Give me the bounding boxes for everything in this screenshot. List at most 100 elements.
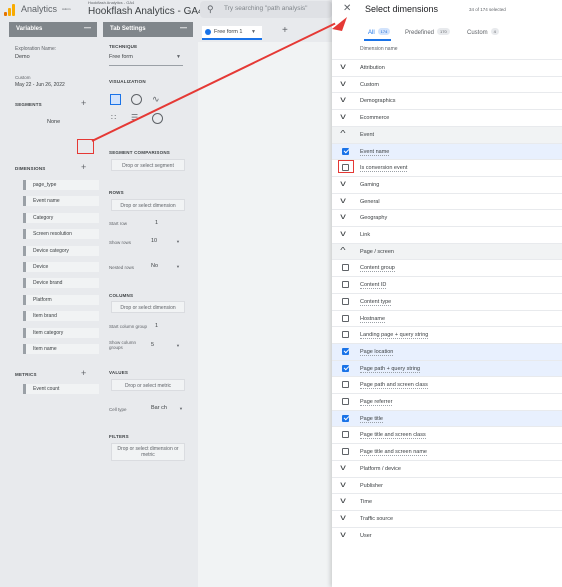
- dimension-item-row[interactable]: Is conversion event: [332, 159, 562, 176]
- collapse-icon[interactable]: —: [84, 25, 91, 32]
- dimension-group-row[interactable]: v Gaming: [332, 175, 562, 193]
- chevron-up-icon[interactable]: ^: [340, 246, 345, 255]
- dimension-chip[interactable]: page_type: [23, 180, 99, 190]
- date-range[interactable]: May 22 - Jun 26, 2022: [15, 82, 65, 88]
- chevron-down-icon[interactable]: v: [340, 530, 346, 539]
- dimension-checkbox[interactable]: [342, 448, 349, 456]
- chevron-up-icon[interactable]: ^: [340, 129, 345, 138]
- dimension-item-row[interactable]: Page location: [332, 342, 562, 360]
- scatter-viz-icon[interactable]: ∷: [111, 113, 116, 122]
- rows-drop-zone[interactable]: Drop or select dimension: [111, 199, 185, 211]
- dimension-group-row[interactable]: v Link: [332, 226, 562, 243]
- dimension-checkbox[interactable]: [342, 297, 349, 305]
- dimension-item-row[interactable]: Page title and screen class: [332, 426, 562, 443]
- chevron-down-icon[interactable]: v: [340, 480, 346, 489]
- filters-drop-zone[interactable]: Drop or select dimension or metric: [111, 443, 185, 461]
- add-tab-icon[interactable]: +: [282, 25, 288, 36]
- tab-free-form-1[interactable]: Free form 1 ▼: [202, 26, 262, 40]
- search-input[interactable]: Try searching "path analysis": [224, 5, 308, 12]
- dimension-item-row[interactable]: Page title: [332, 409, 562, 427]
- dimension-item-row[interactable]: Page title and screen name: [332, 443, 562, 460]
- search-bar[interactable]: ⚲ Try searching "path analysis": [200, 1, 332, 18]
- values-drop-zone[interactable]: Drop or select metric: [111, 379, 185, 391]
- dimension-chip[interactable]: Item category: [23, 327, 99, 338]
- dimension-group-row[interactable]: v Custom: [332, 75, 562, 93]
- chevron-down-icon[interactable]: v: [340, 229, 346, 238]
- chevron-down-icon[interactable]: v: [340, 179, 346, 188]
- dimension-item-row[interactable]: Content group: [332, 259, 562, 276]
- dimension-group-row[interactable]: v Ecommerce: [332, 109, 562, 127]
- dimension-item-row[interactable]: Event name: [332, 142, 562, 160]
- cell-type-select[interactable]: Bar ch ▼: [151, 405, 183, 415]
- geo-viz-icon[interactable]: [152, 113, 163, 124]
- dimension-group-row[interactable]: v Platform / device: [332, 459, 562, 477]
- chevron-down-icon[interactable]: v: [340, 95, 346, 104]
- dimension-checkbox[interactable]: [342, 147, 349, 155]
- dimension-checkbox[interactable]: [342, 364, 349, 372]
- start-row-input[interactable]: 1: [155, 220, 158, 226]
- table-viz-icon[interactable]: [110, 94, 121, 105]
- chevron-down-icon[interactable]: v: [340, 196, 346, 205]
- close-icon[interactable]: ✕: [343, 3, 351, 14]
- chevron-down-icon[interactable]: v: [340, 79, 346, 88]
- technique-select[interactable]: Free form ▼: [109, 54, 183, 66]
- dimension-group-row[interactable]: ^ Page / screen: [332, 242, 562, 260]
- show-column-groups-select[interactable]: 5 ▼: [151, 342, 181, 352]
- add-metric-icon[interactable]: +: [81, 368, 86, 378]
- dimension-item-row[interactable]: Page referrer: [332, 393, 562, 410]
- dimension-group-row[interactable]: v Publisher: [332, 476, 562, 494]
- columns-drop-zone[interactable]: Drop or select dimension: [111, 301, 185, 313]
- dimension-checkbox[interactable]: [342, 314, 349, 322]
- dimension-item-row[interactable]: Landing page + query string: [332, 326, 562, 343]
- dimension-chip[interactable]: Platform: [23, 294, 99, 305]
- dimension-item-row[interactable]: Page path + query string: [332, 359, 562, 377]
- dimension-group-row[interactable]: v User: [332, 526, 562, 544]
- dimension-chip[interactable]: Screen resolution: [23, 229, 99, 240]
- account-selector[interactable]: Hookflash Analytics - GA4: [88, 6, 204, 17]
- tab-all[interactable]: All 174: [368, 28, 391, 36]
- dimension-checkbox[interactable]: [342, 398, 349, 405]
- dimension-group-row[interactable]: v Traffic source: [332, 509, 562, 527]
- chevron-down-icon[interactable]: v: [340, 112, 346, 121]
- dimension-chip[interactable]: Device: [23, 262, 99, 272]
- dimension-checkbox[interactable]: [342, 281, 349, 289]
- start-column-input[interactable]: 1: [155, 323, 158, 329]
- account-breadcrumb[interactable]: Hookflash Analytics - GA4: [88, 0, 134, 5]
- tab-menu-icon[interactable]: ▼: [251, 29, 256, 35]
- exploration-name[interactable]: Demo: [15, 54, 30, 60]
- chevron-down-icon[interactable]: v: [340, 463, 346, 472]
- dimension-item-row[interactable]: Content type: [332, 292, 562, 310]
- donut-viz-icon[interactable]: [131, 94, 142, 105]
- dimension-group-row[interactable]: v Time: [332, 493, 562, 511]
- dimension-group-row[interactable]: v Geography: [332, 209, 562, 227]
- dimension-checkbox[interactable]: [342, 381, 349, 389]
- tab-custom[interactable]: Custom 4: [467, 28, 499, 36]
- collapse-icon[interactable]: —: [180, 25, 187, 32]
- add-dimension-icon[interactable]: +: [81, 162, 86, 172]
- analytics-logo-icon[interactable]: [4, 4, 16, 16]
- dimension-group-row[interactable]: v Demographics: [332, 92, 562, 110]
- dimension-checkbox[interactable]: [342, 331, 349, 339]
- dimension-chip[interactable]: Device brand: [23, 278, 99, 289]
- chevron-down-icon[interactable]: v: [340, 513, 346, 522]
- dimension-chip[interactable]: Item brand: [23, 311, 99, 322]
- dimension-item-row[interactable]: Content ID: [332, 276, 562, 293]
- dimension-chip[interactable]: Category: [23, 212, 99, 223]
- segment-drop-zone[interactable]: Drop or select segment: [111, 159, 185, 171]
- dimension-checkbox[interactable]: [342, 431, 349, 439]
- dimension-checkbox[interactable]: [342, 347, 349, 355]
- dimension-item-row[interactable]: Hostname: [332, 309, 562, 327]
- nested-rows-select[interactable]: No ▼: [151, 263, 181, 273]
- add-segment-icon[interactable]: +: [81, 98, 86, 108]
- line-viz-icon[interactable]: ∿: [152, 94, 160, 105]
- chevron-down-icon[interactable]: v: [340, 62, 346, 71]
- dimension-chip[interactable]: Device category: [23, 245, 99, 256]
- show-rows-select[interactable]: 10 ▼: [151, 238, 181, 248]
- dimension-group-row[interactable]: v Attribution: [332, 59, 562, 76]
- dimension-checkbox[interactable]: [342, 414, 349, 422]
- dimension-group-row[interactable]: ^ Event: [332, 125, 562, 143]
- chevron-down-icon[interactable]: v: [340, 496, 346, 505]
- dimension-chip[interactable]: Event name: [23, 196, 99, 207]
- chevron-down-icon[interactable]: v: [340, 212, 346, 221]
- dimension-checkbox[interactable]: [342, 264, 349, 272]
